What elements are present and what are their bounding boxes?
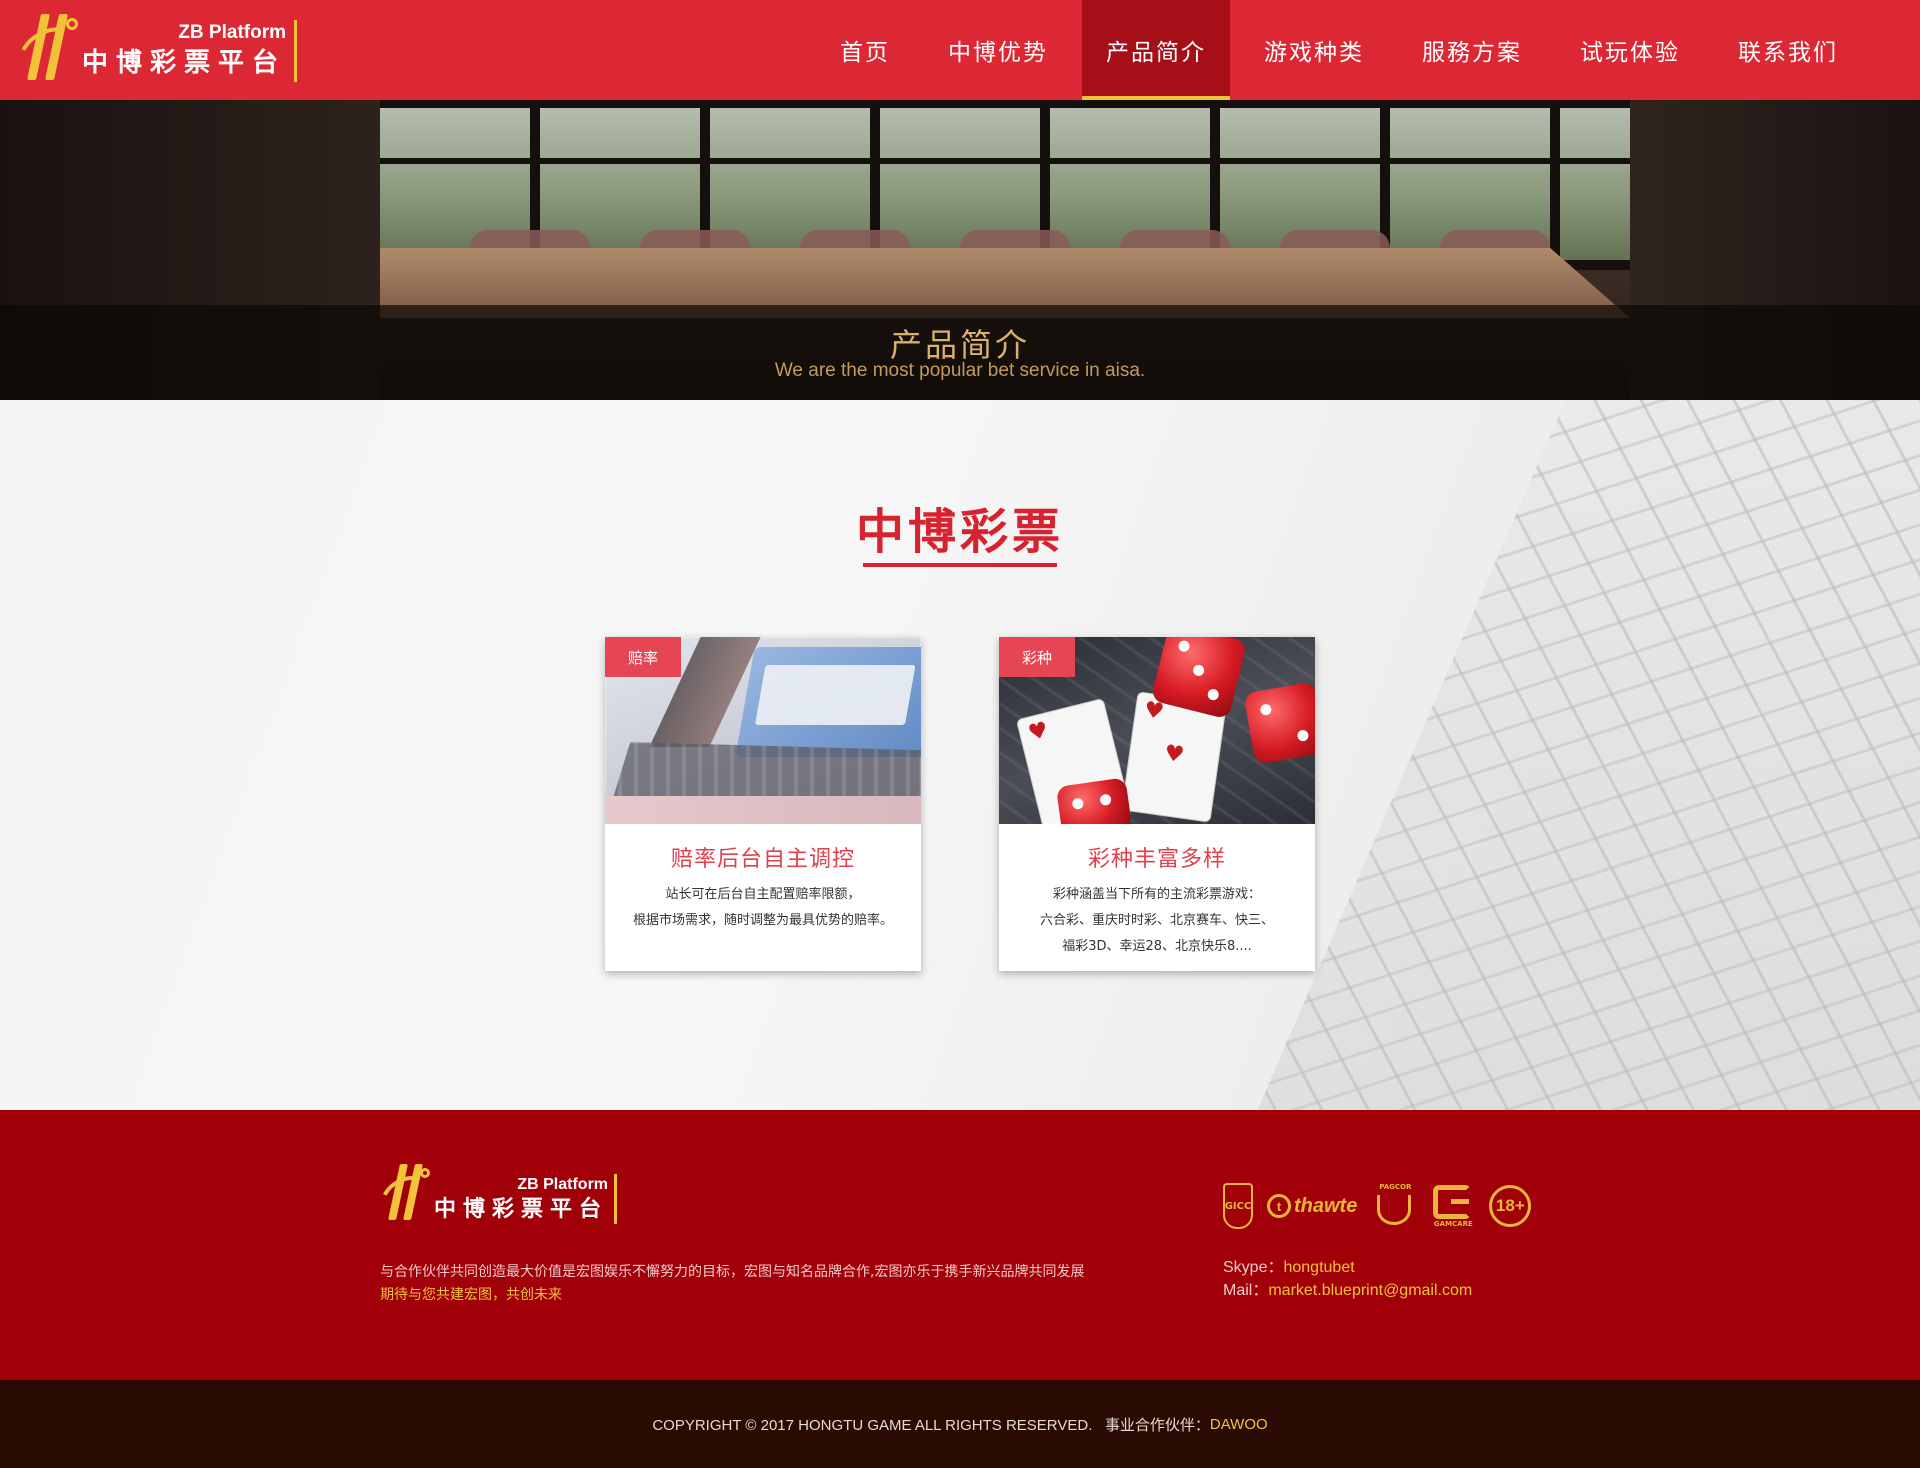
skype-label: Skype： — [1223, 1259, 1284, 1276]
card-description-line: 根据市场需求，随时调整为最具优势的赔率。 — [632, 913, 893, 928]
copyright-bar: COPYRIGHT © 2017 HONGTU GAME ALL RIGHTS … — [0, 1380, 1920, 1468]
card-description-line: 六合彩、重庆时时彩、北京赛车、快三、 — [1039, 913, 1274, 928]
mail-row: Mail：market.blueprint@gmail.com — [1223, 1279, 1472, 1302]
copyright-text: COPYRIGHT © 2017 HONGTU GAME ALL RIGHTS … — [652, 1416, 1210, 1434]
feature-card-odds[interactable]: 赔率 赔率后台自主调控 站长可在后台自主配置赔率限额， 根据市场需求，随时调整为… — [605, 637, 921, 971]
card-tag: 赔率 — [605, 637, 681, 677]
logo-text: ZB Platform 中博彩票平台 — [434, 1174, 618, 1224]
thawte-mark: t — [1267, 1194, 1291, 1218]
logo-english-name: ZB Platform — [178, 22, 287, 43]
certification-badges: GICC t thawte PAGCOR GAMCARE 18+ — [1223, 1180, 1545, 1232]
card-description-line: 站长可在后台自主配置赔率限额， — [665, 887, 861, 902]
footer-slogan: 期待与您共建宏图，共创未来 — [380, 1287, 562, 1303]
window-frame — [370, 158, 1630, 164]
thawte-icon: t thawte — [1267, 1194, 1357, 1218]
logo-chinese-name: 中博彩票平台 — [434, 1197, 609, 1222]
age-18-icon: 18+ — [1489, 1185, 1532, 1227]
thawte-label: thawte — [1294, 1194, 1358, 1217]
header-logo[interactable]: ZB Platform 中博彩票平台 — [12, 10, 298, 86]
nav-item-game-types[interactable]: 游戏种类 — [1240, 0, 1388, 100]
card-title: 彩种丰富多样 — [1087, 847, 1226, 872]
partner-link[interactable]: DAWOO — [1210, 1416, 1268, 1433]
page-banner: 产品简介 We are the most popular bet service… — [0, 100, 1920, 400]
card-description: 站长可在后台自主配置赔率限额， 根据市场需求，随时调整为最具优势的赔率。 — [605, 882, 921, 934]
logo-mark-icon — [374, 1162, 436, 1226]
nav-item-home[interactable]: 首页 — [816, 0, 914, 100]
site-footer: ZB Platform 中博彩票平台 与合作伙伴共同创造最大价值是宏图娱乐不懈努… — [0, 1110, 1920, 1380]
logo-mark-icon — [12, 10, 84, 86]
main-nav: 首页 中博优势 产品简介 游戏种类 服務方案 试玩体验 联系我们 — [816, 0, 1862, 100]
gicc-shield-icon: GICC — [1223, 1183, 1253, 1229]
nav-item-service-plans[interactable]: 服務方案 — [1398, 0, 1546, 100]
mail-link[interactable]: market.blueprint@gmail.com — [1268, 1282, 1472, 1299]
logo-text: ZB Platform 中博彩票平台 — [82, 20, 298, 82]
footer-description: 与合作伙伴共同创造最大价值是宏图娱乐不懈努力的目标，宏图与知名品牌合作,宏图亦乐… — [380, 1264, 1085, 1280]
card-description: 彩种涵盖当下所有的主流彩票游戏： 六合彩、重庆时时彩、北京赛车、快三、 福彩3D… — [999, 882, 1315, 960]
card-description-line: 福彩3D、幸运28、北京快乐8.... — [1062, 939, 1252, 954]
skype-row: Skype：hongtubet — [1223, 1256, 1472, 1279]
mail-label: Mail： — [1223, 1282, 1269, 1299]
skype-link[interactable]: hongtubet — [1283, 1259, 1354, 1276]
nav-item-contact[interactable]: 联系我们 — [1714, 0, 1862, 100]
card-title: 赔率后台自主调控 — [670, 847, 855, 872]
site-header: ZB Platform 中博彩票平台 首页 中博优势 产品简介 游戏种类 服務方… — [0, 0, 1920, 100]
nav-item-products[interactable]: 产品简介 — [1082, 0, 1230, 100]
gamcare-icon: GAMCARE — [1431, 1183, 1475, 1229]
gamcare-label: GAMCARE — [1433, 1220, 1473, 1228]
product-section: 中博彩票 赔率 赔率后台自主调控 站长可在后台自主配置赔率限额， 根据市场需求，… — [0, 400, 1920, 1110]
window-frame — [1550, 100, 1560, 270]
section-title: 中博彩票 — [855, 504, 1064, 560]
card-tag: 彩种 — [999, 637, 1075, 677]
pagcor-label: PAGCOR — [1379, 1183, 1412, 1191]
pagcor-icon: PAGCOR — [1371, 1183, 1417, 1229]
nav-item-trial[interactable]: 试玩体验 — [1556, 0, 1704, 100]
footer-contact: Skype：hongtubet Mail：market.blueprint@gm… — [1223, 1256, 1472, 1302]
banner-subtitle: We are the most popular bet service in a… — [774, 360, 1146, 381]
section-title-underline — [863, 563, 1057, 567]
feature-card-lottery-types[interactable]: ♥ ♥ ♥ 彩种 彩种丰富多样 彩种涵盖当下所有的主流彩票游戏： 六合彩、重庆时… — [999, 637, 1315, 971]
window-frame — [370, 100, 1630, 108]
logo-chinese-name: 中博彩票平台 — [82, 48, 287, 78]
logo-english-name: ZB Platform — [517, 1176, 609, 1193]
nav-item-advantages[interactable]: 中博优势 — [924, 0, 1072, 100]
footer-logo[interactable]: ZB Platform 中博彩票平台 — [374, 1162, 618, 1226]
card-description-line: 彩种涵盖当下所有的主流彩票游戏： — [1052, 887, 1261, 902]
